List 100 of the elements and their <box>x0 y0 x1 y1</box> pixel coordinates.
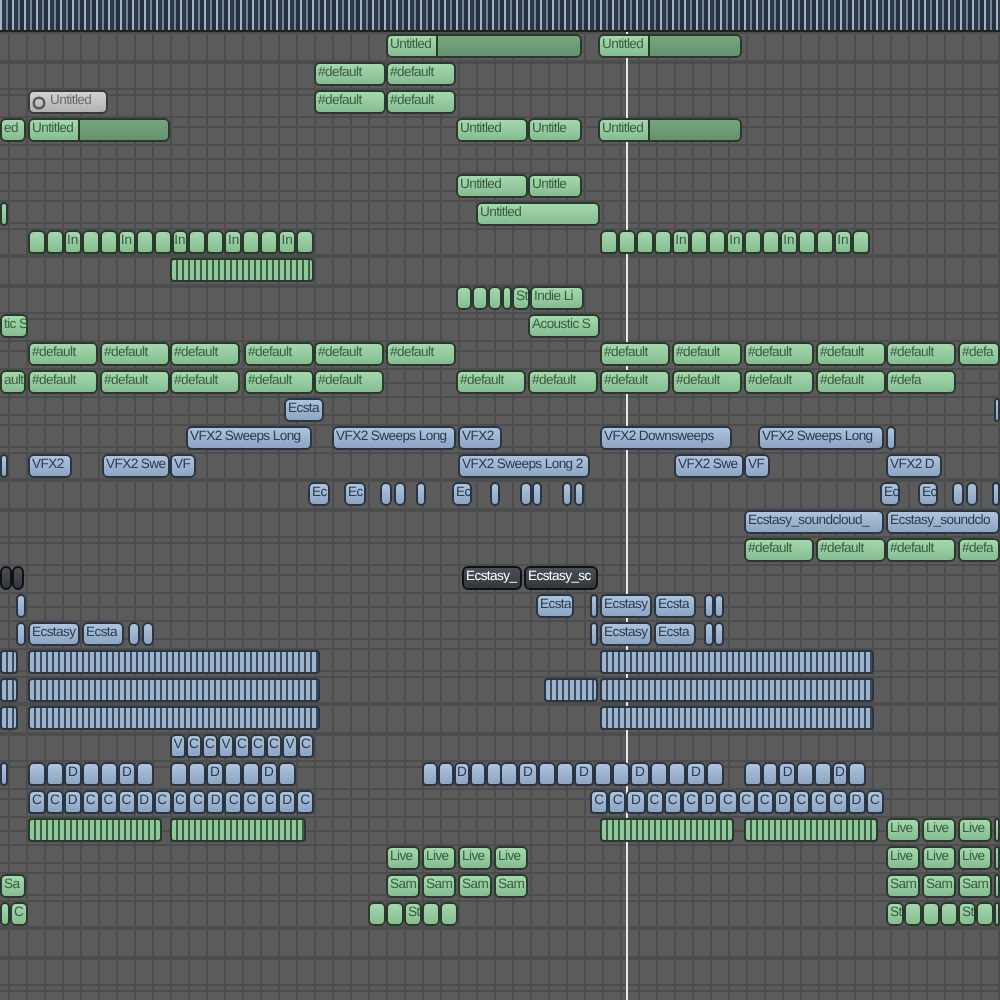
clip[interactable] <box>636 230 654 254</box>
clip-strip[interactable] <box>544 678 598 702</box>
region[interactable] <box>976 902 994 926</box>
region[interactable] <box>422 902 440 926</box>
clip[interactable] <box>611 762 631 786</box>
region[interactable] <box>394 482 406 506</box>
region[interactable] <box>714 594 724 618</box>
clip[interactable] <box>206 230 225 254</box>
clip[interactable] <box>28 230 46 254</box>
region[interactable] <box>574 482 584 506</box>
clip[interactable] <box>188 762 206 786</box>
region[interactable] <box>922 902 940 926</box>
clip[interactable] <box>667 762 687 786</box>
clip[interactable] <box>28 762 46 786</box>
clip[interactable] <box>761 762 779 786</box>
clip-strip[interactable] <box>600 706 874 730</box>
clip[interactable] <box>99 230 118 254</box>
clip[interactable] <box>705 762 724 786</box>
clip[interactable] <box>188 230 207 254</box>
clip[interactable] <box>796 762 814 786</box>
region[interactable] <box>966 482 978 506</box>
region[interactable] <box>142 622 154 646</box>
region[interactable] <box>994 818 1000 842</box>
region[interactable] <box>562 482 572 506</box>
region[interactable] <box>128 622 140 646</box>
region[interactable] <box>416 482 426 506</box>
clip[interactable] <box>46 762 64 786</box>
clip[interactable] <box>82 762 100 786</box>
clip[interactable] <box>744 762 762 786</box>
region[interactable] <box>440 902 458 926</box>
clip-strip[interactable] <box>0 650 18 674</box>
clip-strip[interactable] <box>28 650 320 674</box>
region[interactable] <box>380 482 392 506</box>
clip[interactable] <box>296 230 314 254</box>
region[interactable] <box>532 482 542 506</box>
clip[interactable] <box>422 762 438 786</box>
clip[interactable] <box>848 762 867 786</box>
region[interactable] <box>940 902 958 926</box>
clip[interactable] <box>486 762 502 786</box>
region[interactable] <box>994 902 1000 926</box>
region[interactable] <box>994 874 1000 898</box>
clip[interactable] <box>45 230 64 254</box>
region[interactable] <box>714 622 724 646</box>
clip[interactable] <box>136 762 154 786</box>
clip[interactable] <box>242 230 261 254</box>
clip[interactable] <box>798 230 816 254</box>
clip[interactable] <box>537 762 556 786</box>
clip[interactable] <box>500 762 519 786</box>
region[interactable] <box>490 482 500 506</box>
clip[interactable] <box>555 762 575 786</box>
region[interactable] <box>994 846 1000 870</box>
region[interactable] <box>488 286 502 310</box>
clip-strip[interactable] <box>28 706 320 730</box>
clip[interactable] <box>600 230 618 254</box>
clip-strip[interactable] <box>0 706 18 730</box>
clip[interactable] <box>438 762 454 786</box>
region[interactable] <box>886 426 896 450</box>
clip[interactable] <box>618 230 636 254</box>
clip[interactable] <box>100 762 118 786</box>
region[interactable] <box>520 482 532 506</box>
clip[interactable] <box>690 230 708 254</box>
region[interactable] <box>16 594 26 618</box>
clip-strip[interactable] <box>600 678 874 702</box>
region[interactable] <box>386 902 404 926</box>
region[interactable] <box>0 202 8 226</box>
region[interactable] <box>992 482 1000 506</box>
region[interactable] <box>472 286 488 310</box>
clip[interactable] <box>762 230 780 254</box>
clip[interactable] <box>470 762 486 786</box>
clip-strip[interactable] <box>170 818 306 842</box>
clip[interactable] <box>260 230 279 254</box>
clip[interactable] <box>278 762 296 786</box>
region[interactable] <box>904 902 922 926</box>
region[interactable] <box>456 286 472 310</box>
clip[interactable] <box>852 230 870 254</box>
clip[interactable] <box>813 762 832 786</box>
clip[interactable] <box>744 230 762 254</box>
clip-strip[interactable] <box>28 818 162 842</box>
clip[interactable] <box>708 230 726 254</box>
clip[interactable] <box>81 230 100 254</box>
clip-strip[interactable] <box>600 818 734 842</box>
region[interactable] <box>590 622 598 646</box>
clip-strip[interactable] <box>0 678 18 702</box>
region[interactable] <box>590 594 598 618</box>
clip-strip[interactable] <box>28 678 320 702</box>
clip[interactable] <box>242 762 260 786</box>
region[interactable] <box>0 454 8 478</box>
clip-strip[interactable] <box>744 818 878 842</box>
clip[interactable] <box>224 762 242 786</box>
region[interactable] <box>368 902 386 926</box>
region[interactable] <box>0 762 8 786</box>
clip[interactable] <box>135 230 154 254</box>
clip[interactable] <box>816 230 834 254</box>
region[interactable] <box>952 482 964 506</box>
clip[interactable] <box>153 230 171 254</box>
clip-strip[interactable] <box>600 650 874 674</box>
clip[interactable] <box>593 762 612 786</box>
clip-strip[interactable] <box>170 258 314 282</box>
region[interactable] <box>16 622 26 646</box>
clip[interactable] <box>649 762 668 786</box>
